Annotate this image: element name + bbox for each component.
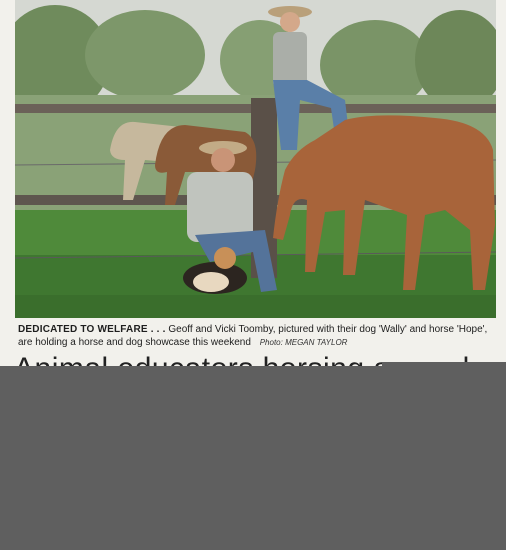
newspaper-clipping: DEDICATED TO WELFARE . . . Geoff and Vic… [0, 0, 506, 550]
photo-illustration [15, 0, 496, 318]
photo-credit: Photo: MEGAN TAYLOR [259, 338, 348, 347]
article-photo [15, 0, 496, 318]
caption-lead: DEDICATED TO WELFARE . . . [18, 324, 166, 335]
redaction-block [0, 366, 506, 550]
photo-caption: DEDICATED TO WELFARE . . . Geoff and Vic… [18, 323, 494, 349]
